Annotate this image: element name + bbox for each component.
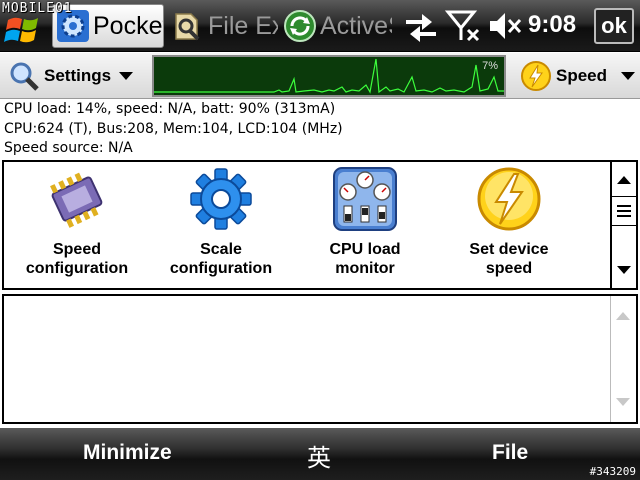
chip-icon xyxy=(50,172,103,228)
speed-menu-button[interactable]: Speed xyxy=(520,58,636,94)
label-line: Speed xyxy=(52,241,101,258)
label-line: speed xyxy=(485,260,533,277)
settings-menu-button[interactable]: Settings xyxy=(8,58,134,94)
info-line-clocks: CPU:624 (T), Bus:208, Mem:104, LCD:104 (… xyxy=(4,121,343,137)
speed-configuration-label: Speed configuration xyxy=(12,240,142,278)
log-scroll-up-button[interactable] xyxy=(611,300,635,332)
connectivity-icon[interactable] xyxy=(402,8,440,44)
tab-activesync[interactable]: ActiveS xyxy=(280,4,392,48)
cpu-load-graph: 7% xyxy=(152,55,506,97)
label-line: Scale xyxy=(200,241,242,258)
ok-button[interactable]: ok xyxy=(594,8,634,44)
cpu-load-trace xyxy=(154,58,504,94)
panel-scrollbar[interactable] xyxy=(610,162,636,288)
info-line-speed-source: Speed source: N/A xyxy=(4,140,133,156)
set-device-speed-item[interactable]: Set device speed xyxy=(444,166,574,286)
info-line-load: CPU load: 14%, speed: N/A, batt: 90% (31… xyxy=(4,101,336,117)
label-line: configuration xyxy=(169,260,273,277)
action-panel: Speed configuration Scale configuration … xyxy=(2,160,638,290)
post-id-text: #343209 xyxy=(589,465,636,478)
taskbar: MOBILE01 Pocket File Ex Active 9:08 ok xyxy=(0,0,640,52)
graph-percent: 7% xyxy=(482,60,498,72)
label-line: CPU load xyxy=(329,241,401,258)
file-softkey[interactable]: File xyxy=(492,441,528,465)
log-scroll-down-button[interactable] xyxy=(611,386,635,418)
tab-pocket-label: Pocket xyxy=(93,11,163,40)
scale-configuration-item[interactable]: Scale configuration xyxy=(156,166,286,286)
no-signal-icon[interactable] xyxy=(444,8,482,44)
tab-activesync-label: ActiveS xyxy=(320,11,392,40)
label-line: Set device xyxy=(469,241,549,258)
log-area[interactable] xyxy=(2,294,638,424)
speed-label: Speed xyxy=(556,66,608,85)
arrow-up-icon xyxy=(616,312,630,320)
chevron-down-icon xyxy=(621,72,636,80)
activesync-icon xyxy=(284,10,316,42)
tab-file-explorer-label: File Ex xyxy=(208,11,278,40)
lightning-small-icon xyxy=(521,61,551,91)
arrow-down-icon xyxy=(616,398,630,406)
softkey-bar: Minimize 英 File #343209 xyxy=(0,428,640,480)
input-method-indicator[interactable]: 英 xyxy=(307,438,331,473)
cpu-load-monitor-label: CPU load monitor xyxy=(300,240,430,278)
gauges-icon xyxy=(333,167,397,231)
cpu-load-monitor-item[interactable]: CPU load monitor xyxy=(300,166,430,286)
watermark-text: MOBILE01 xyxy=(2,1,73,16)
scale-configuration-label: Scale configuration xyxy=(156,240,286,278)
log-scrollbar[interactable] xyxy=(610,296,636,422)
settings-label: Settings xyxy=(44,66,112,85)
scroll-down-button[interactable] xyxy=(612,254,636,286)
scroll-up-button[interactable] xyxy=(612,164,636,196)
gear-icon xyxy=(190,168,252,230)
speaker-muted-icon[interactable] xyxy=(486,8,524,44)
arrow-up-icon xyxy=(617,176,631,184)
tab-file-explorer[interactable]: File Ex xyxy=(168,4,278,48)
minimize-softkey[interactable]: Minimize xyxy=(83,441,172,465)
lightning-icon xyxy=(477,167,541,231)
label-line: configuration xyxy=(25,260,129,277)
clock[interactable]: 9:08 xyxy=(528,11,576,39)
speed-configuration-item[interactable]: Speed configuration xyxy=(12,166,142,286)
magnifier-icon xyxy=(10,62,39,91)
file-explorer-icon xyxy=(175,13,200,41)
chevron-down-icon xyxy=(119,72,134,80)
scroll-thumb[interactable] xyxy=(612,196,636,226)
set-device-speed-label: Set device speed xyxy=(444,240,574,278)
label-line: monitor xyxy=(335,260,395,277)
arrow-down-icon xyxy=(617,266,631,274)
device-screen: MOBILE01 Pocket File Ex Active 9:08 ok S… xyxy=(0,0,640,480)
